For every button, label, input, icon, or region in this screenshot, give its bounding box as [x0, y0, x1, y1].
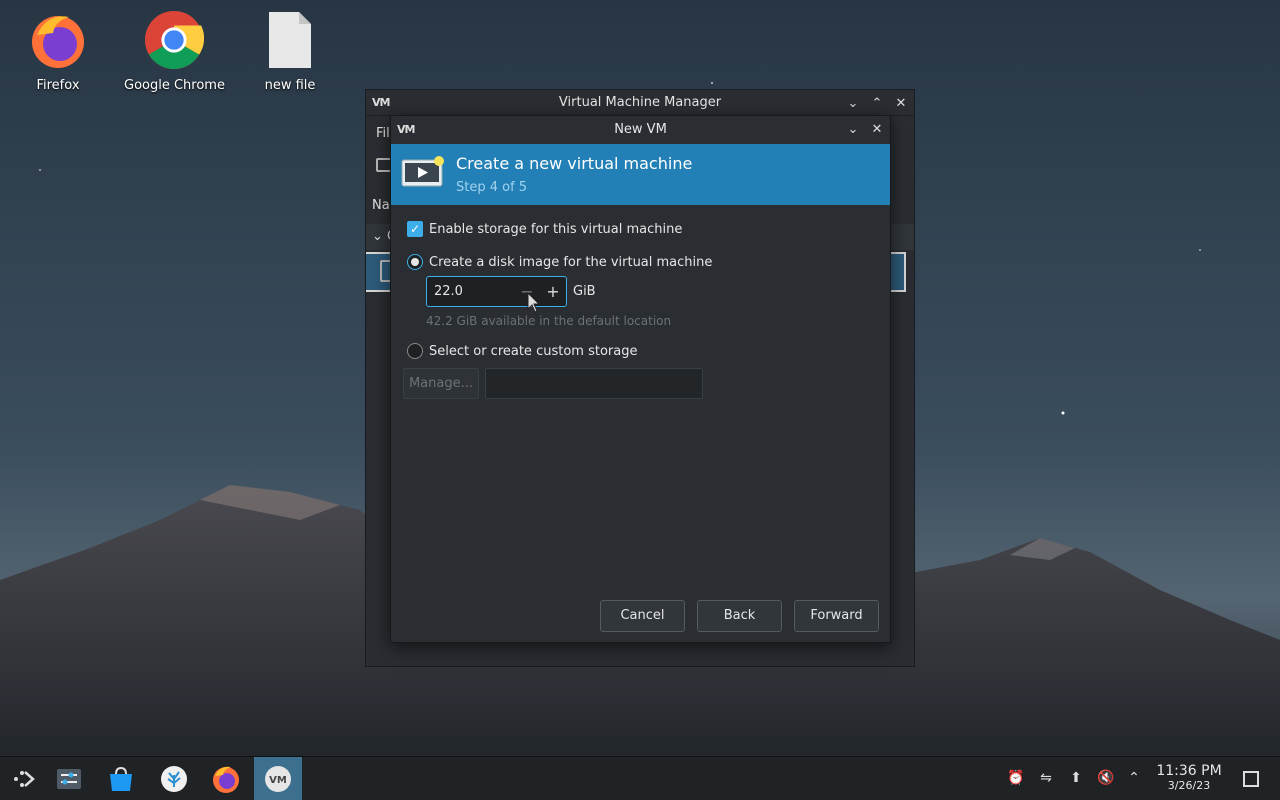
taskbar: VM ⏰ ⇋ ⬆ 🔇 ⌃ 11:36 PM 3/26/23: [0, 756, 1280, 800]
desktop-icon-firefox[interactable]: Firefox: [8, 8, 108, 93]
wizard-header: Create a new virtual machine Step 4 of 5: [391, 144, 890, 205]
taskbar-discover[interactable]: [97, 757, 145, 800]
taskbar-firefox[interactable]: [202, 757, 250, 800]
virt-manager-icon: VM: [265, 766, 291, 792]
dialog-title: New VM: [614, 122, 667, 137]
chevron-down-icon: ⌄: [372, 229, 388, 244]
updates-icon[interactable]: ⬆: [1066, 768, 1086, 788]
minimize-icon[interactable]: ⌄: [844, 94, 862, 112]
wizard-step: Step 4 of 5: [456, 180, 528, 195]
desktop-icon-label: Firefox: [36, 78, 80, 93]
custom-storage-radio[interactable]: Select or create custom storage: [407, 343, 637, 359]
minimize-icon[interactable]: ⌄: [844, 120, 862, 138]
taskbar-virt-manager[interactable]: VM: [254, 757, 302, 800]
clock[interactable]: 11:36 PM 3/26/23: [1152, 763, 1226, 792]
clock-time: 11:36 PM: [1156, 763, 1222, 779]
desktop-icon-new-file[interactable]: new file: [240, 8, 340, 93]
chrome-icon: [144, 10, 204, 70]
enable-storage-checkbox[interactable]: ✓ Enable storage for this virtual machin…: [407, 221, 682, 237]
disk-size-unit: GiB: [573, 284, 596, 299]
svg-text:VM: VM: [269, 775, 287, 786]
custom-storage-path-field[interactable]: [485, 368, 703, 399]
expand-tray-icon[interactable]: ⌃: [1124, 768, 1144, 788]
radio-selected-icon[interactable]: [407, 254, 423, 270]
discover-store-icon: [110, 766, 132, 791]
close-icon[interactable]: ✕: [892, 94, 910, 112]
mouse-cursor-icon: [527, 292, 541, 313]
back-button[interactable]: Back: [697, 600, 782, 632]
create-disk-label: Create a disk image for the virtual mach…: [429, 254, 713, 270]
available-space-text: 42.2 GiB available in the default locati…: [426, 314, 672, 328]
desktop-icon-label: Google Chrome: [124, 78, 225, 93]
dialog-titlebar[interactable]: VM New VM ⌄ ✕: [391, 116, 890, 143]
desktop-icon-chrome[interactable]: Google Chrome: [124, 8, 225, 93]
checkmark-icon[interactable]: ✓: [407, 221, 423, 237]
vmm-window-title: Virtual Machine Manager: [558, 95, 722, 110]
file-icon: [269, 12, 311, 68]
firefox-icon: [32, 16, 84, 68]
new-vm-dialog: VM New VM ⌄ ✕ Create a new virtual machi…: [390, 115, 891, 643]
app-launcher-button[interactable]: [0, 757, 48, 800]
wizard-title: Create a new virtual machine: [456, 154, 693, 173]
taskbar-system-settings[interactable]: [45, 757, 93, 800]
close-icon[interactable]: ✕: [868, 120, 886, 138]
radio-unselected-icon[interactable]: [407, 343, 423, 359]
cancel-button[interactable]: Cancel: [600, 600, 685, 632]
clock-date: 3/26/23: [1167, 779, 1211, 792]
vmm-titlebar[interactable]: VM Virtual Machine Manager ⌄ ⌃ ✕: [366, 90, 914, 116]
coral-app-icon: [161, 766, 187, 792]
show-desktop-icon[interactable]: [1243, 771, 1259, 787]
disk-size-value[interactable]: 22.0: [427, 284, 514, 299]
desktop-icon-label: new file: [264, 78, 316, 93]
custom-storage-label: Select or create custom storage: [429, 343, 638, 359]
notifications-icon[interactable]: ⏰: [1006, 768, 1026, 788]
forward-button[interactable]: Forward: [794, 600, 879, 632]
enable-storage-label: Enable storage for this virtual machine: [429, 221, 683, 237]
maximize-icon[interactable]: ⌃: [868, 94, 886, 112]
manage-button[interactable]: Manage...: [403, 368, 479, 399]
create-disk-radio[interactable]: Create a disk image for the virtual mach…: [407, 254, 712, 270]
increment-button[interactable]: +: [540, 282, 566, 301]
firefox-icon: [213, 766, 239, 793]
disk-size-spinbox[interactable]: 22.0 − +: [426, 276, 567, 307]
app-launcher-icon: [14, 771, 35, 787]
network-icon[interactable]: ⇋: [1036, 768, 1056, 788]
system-settings-icon: [57, 769, 81, 789]
volume-muted-icon[interactable]: 🔇: [1096, 768, 1116, 788]
new-vm-monitor-icon: [401, 156, 444, 187]
taskbar-coral-app[interactable]: [150, 757, 198, 800]
